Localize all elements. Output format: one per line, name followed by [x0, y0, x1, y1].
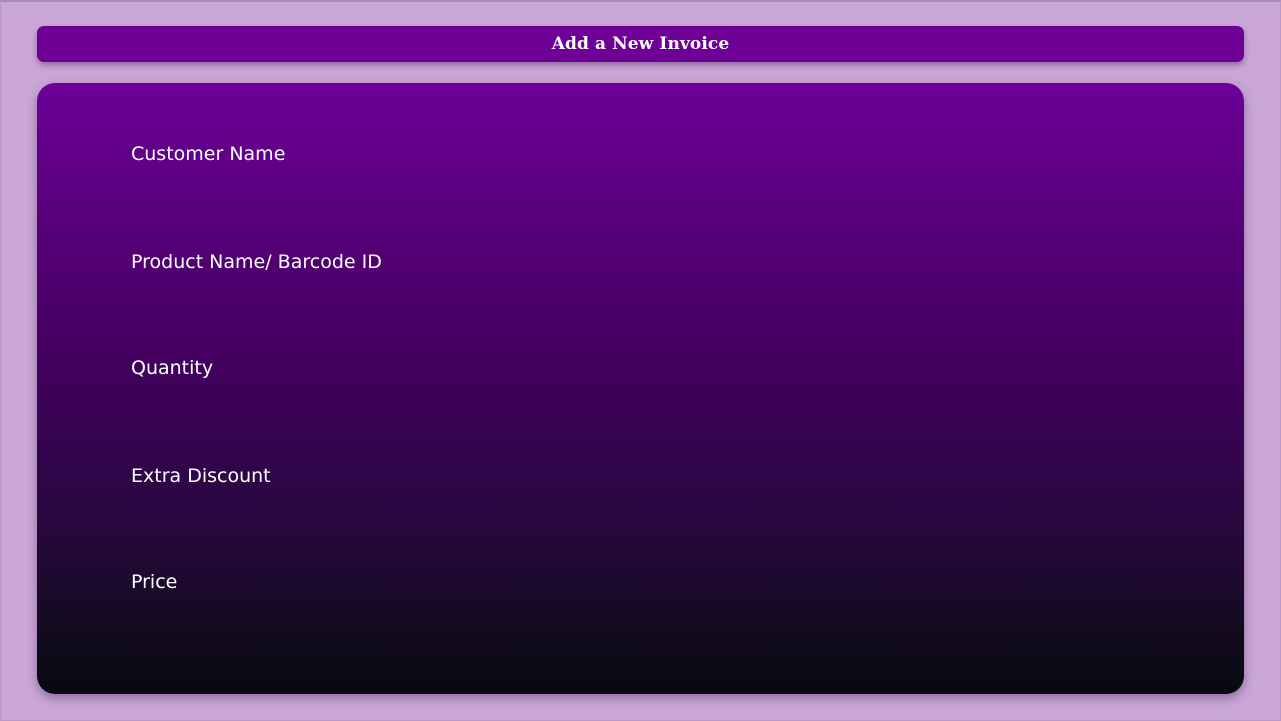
- price-label: Price: [131, 571, 178, 593]
- customer-name-label: Customer Name: [131, 143, 286, 165]
- extra-discount-input[interactable]: [131, 494, 1031, 524]
- page-title: Add a New Invoice: [551, 34, 730, 54]
- invoice-form: Customer Name Product Name/ Barcode ID Q…: [37, 83, 1244, 694]
- quantity-field: Quantity: [131, 356, 1131, 416]
- product-name-label: Product Name/ Barcode ID: [131, 251, 382, 273]
- extra-discount-label: Extra Discount: [131, 465, 271, 487]
- extra-discount-field: Extra Discount: [131, 464, 1131, 524]
- price-field: Price: [131, 570, 1131, 630]
- customer-name-field: Customer Name: [131, 142, 1131, 202]
- quantity-label: Quantity: [131, 357, 214, 379]
- price-input[interactable]: [131, 600, 1031, 630]
- quantity-input[interactable]: [131, 386, 1031, 416]
- product-name-input[interactable]: [131, 280, 1031, 310]
- product-name-field: Product Name/ Barcode ID: [131, 250, 1131, 310]
- page-header: Add a New Invoice: [37, 26, 1244, 62]
- customer-name-input[interactable]: [131, 172, 1031, 202]
